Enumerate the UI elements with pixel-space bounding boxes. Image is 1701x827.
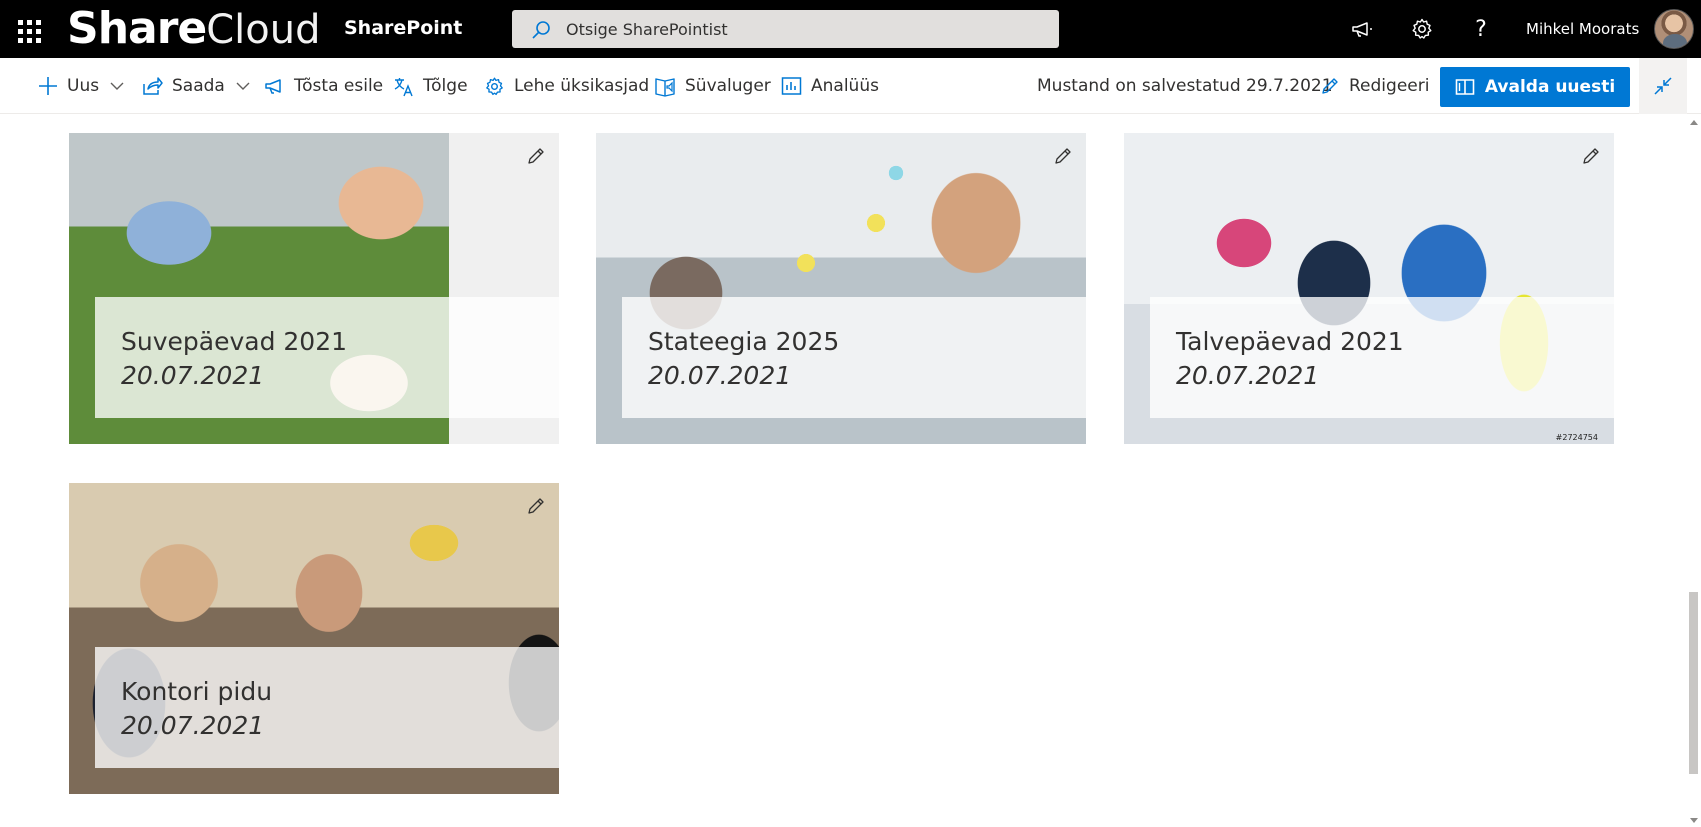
promote-label: Tõsta esile [294, 76, 384, 96]
translate-icon [394, 77, 413, 96]
gear-icon[interactable] [1408, 15, 1436, 43]
pencil-icon[interactable] [1578, 143, 1604, 169]
card-caption: Talvepäevad 2021 20.07.2021 [1150, 297, 1614, 418]
news-card[interactable]: Talvepäevad 2021 20.07.2021 #2724754 [1124, 133, 1614, 444]
card-caption: Suvepäevad 2021 20.07.2021 [95, 297, 559, 418]
scroll-up-arrow-icon[interactable] [1690, 120, 1698, 125]
new-label: Uus [67, 76, 100, 96]
pencil-icon[interactable] [523, 143, 549, 169]
pencil-icon [1322, 78, 1338, 94]
scroll-down-arrow-icon[interactable] [1690, 818, 1698, 823]
page-details-label: Lehe üksikasjad [514, 76, 650, 96]
pencil-icon[interactable] [523, 493, 549, 519]
card-title[interactable]: Talvepäevad 2021 [1176, 325, 1588, 359]
user-name[interactable]: Mihkel Moorats [1526, 20, 1639, 38]
card-caption: Stateegia 2025 20.07.2021 [622, 297, 1086, 418]
analytics-icon [781, 77, 802, 95]
gear-icon [486, 77, 503, 95]
republish-button[interactable]: Avalda uuesti [1440, 67, 1630, 107]
page-content: Suvepäevad 2021 20.07.2021 Stateegia 202… [0, 115, 1686, 827]
news-card[interactable]: Suvepäevad 2021 20.07.2021 [69, 133, 559, 444]
card-caption: Kontori pidu 20.07.2021 [95, 647, 559, 768]
pencil-icon[interactable] [1050, 143, 1076, 169]
search-icon [532, 21, 550, 39]
analytics-button[interactable]: Analüüs [781, 58, 879, 114]
image-caption: #2724754 [1555, 433, 1598, 442]
collapse-icon [1654, 77, 1672, 95]
news-card[interactable]: Kontori pidu 20.07.2021 [69, 483, 559, 794]
card-title[interactable]: Suvepäevad 2021 [121, 325, 533, 359]
edit-button[interactable]: Redigeeri [1320, 58, 1429, 114]
send-button[interactable]: Saada [142, 58, 250, 114]
avatar[interactable] [1654, 9, 1694, 49]
vertical-scrollbar[interactable] [1686, 114, 1701, 827]
megaphone-icon [265, 79, 281, 94]
search-box[interactable] [512, 10, 1059, 48]
immersive-reader-icon [655, 78, 675, 97]
edit-label: Redigeeri [1349, 76, 1430, 96]
translate-label: Tõlge [423, 76, 468, 96]
app-launcher-waffle-icon[interactable] [14, 15, 42, 43]
card-date: 20.07.2021 [121, 361, 265, 390]
immersive-reader-label: Süvaluger [685, 76, 771, 96]
republish-label: Avalda uuesti [1484, 77, 1616, 97]
immersive-reader-button[interactable]: Süvaluger [654, 58, 771, 114]
send-label: Saada [172, 76, 225, 96]
share-icon [143, 77, 163, 95]
chevron-down-icon [110, 82, 124, 90]
app-name[interactable]: SharePoint [344, 17, 462, 39]
card-date: 20.07.2021 [121, 711, 265, 740]
scroll-thumb[interactable] [1689, 592, 1698, 774]
analytics-label: Analüüs [811, 76, 879, 96]
promote-button[interactable]: Tõsta esile [264, 58, 383, 114]
page-details-button[interactable]: Lehe üksikasjad [484, 58, 649, 114]
sharecloud-logo[interactable]: ShareCloud [67, 4, 321, 54]
card-title[interactable]: Stateegia 2025 [648, 325, 1060, 359]
card-title[interactable]: Kontori pidu [121, 675, 533, 709]
card-date: 20.07.2021 [648, 361, 792, 390]
card-date: 20.07.2021 [1176, 361, 1320, 390]
megaphone-icon[interactable] [1348, 15, 1376, 43]
new-button[interactable]: Uus [38, 58, 124, 114]
draft-status: Mustand on salvestatud 29.7.2021 [1037, 76, 1333, 96]
question-icon[interactable]: ? [1467, 15, 1495, 43]
book-icon [1455, 79, 1475, 95]
search-input[interactable] [566, 16, 1036, 42]
collapse-button[interactable] [1639, 58, 1687, 114]
chevron-down-icon [236, 82, 250, 90]
translate-button[interactable]: Tõlge [393, 58, 468, 114]
suite-bar: ShareCloud SharePoint ? Mihkel Moorats [0, 0, 1701, 58]
plus-icon [39, 77, 57, 95]
news-card[interactable]: Stateegia 2025 20.07.2021 [596, 133, 1086, 444]
